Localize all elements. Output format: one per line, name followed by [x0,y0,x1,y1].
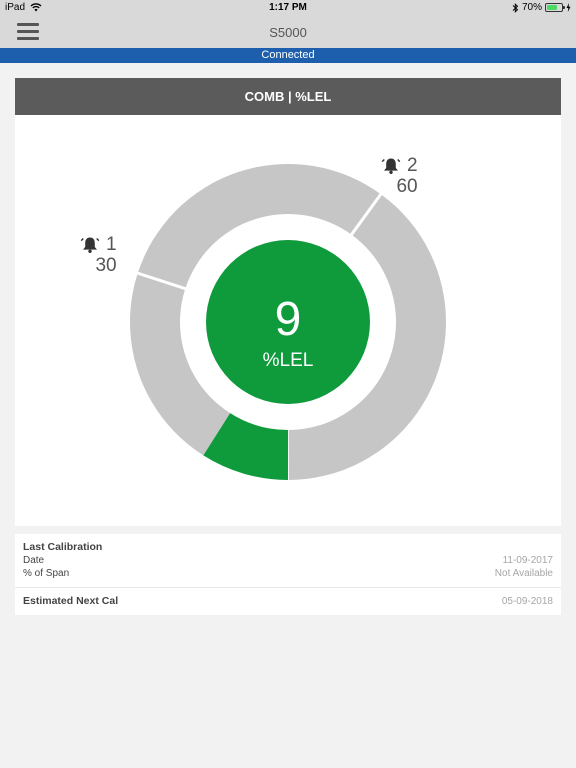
span-label: % of Span [23,568,70,579]
bell-icon [381,158,401,174]
span-value: Not Available [494,568,553,579]
last-calibration-heading-row: Last Calibration [23,541,553,554]
next-calibration-value: 05-09-2018 [501,596,553,607]
calibration-date-value: 11-09-2017 [502,555,553,566]
span-row: % of Span Not Available [23,567,553,580]
calibration-date-row: Date 11-09-2017 [23,554,553,567]
next-calibration-label: Estimated Next Cal [23,595,119,607]
alarm-level-2: 2 [407,155,418,176]
next-calibration-section: Estimated Next Cal 05-09-2018 [15,587,561,615]
gauge-chart [129,163,447,481]
gas-reading-unit: %LEL [262,350,314,371]
alarm-row-2: 2 [381,155,418,176]
alarm-threshold-1: 30 [95,255,117,276]
calibration-date-label: Date [23,555,45,566]
alarm-level-1: 1 [106,234,117,255]
calibration-card: Last Calibration Date 11-09-2017 % of Sp… [15,534,561,615]
bell-icon [80,237,100,253]
last-calibration-section: Last Calibration Date 11-09-2017 % of Sp… [15,534,561,587]
alarm-row-1: 1 [80,234,117,255]
last-calibration-title: Last Calibration [23,541,103,553]
gas-reading-value: 9 [274,293,302,346]
next-calibration-row: Estimated Next Cal 05-09-2018 [23,595,553,608]
alarm-marker-2: 2 60 [381,155,418,197]
alarm-threshold-2: 60 [396,176,418,197]
alarm-marker-1: 1 30 [80,234,117,276]
